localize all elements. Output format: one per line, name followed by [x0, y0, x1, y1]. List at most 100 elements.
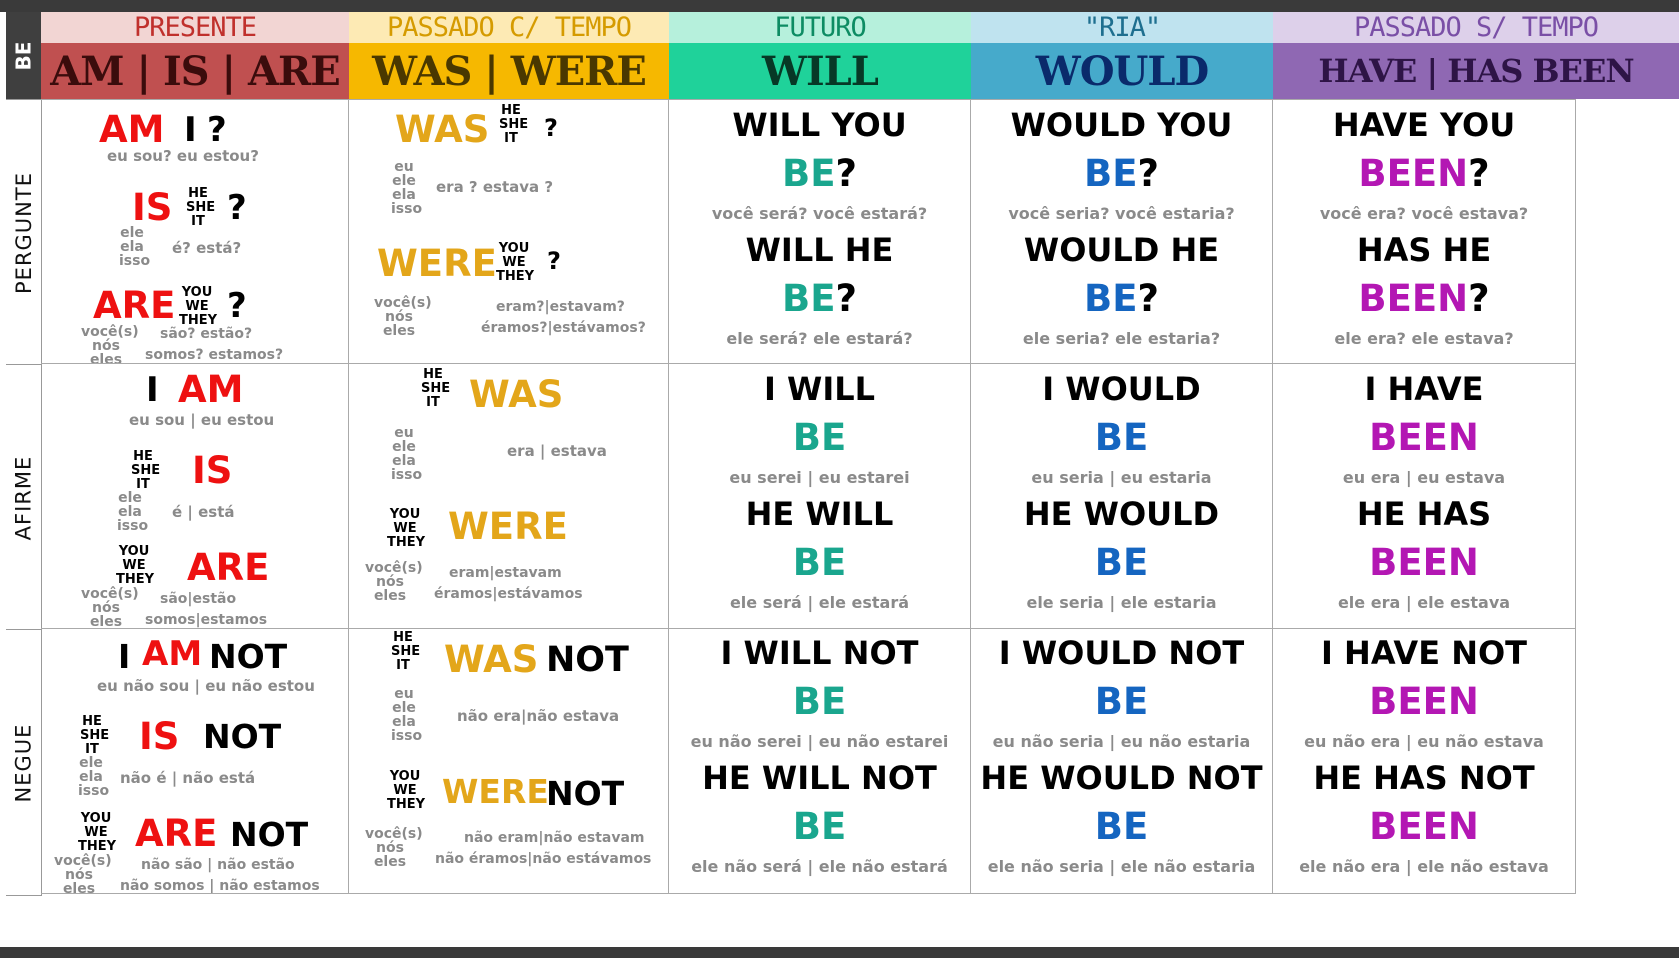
- pronouns-eu-ele-ela-isso: eu ele ela isso: [391, 425, 423, 483]
- verb-be: BE: [792, 416, 847, 459]
- verb-be: BE: [1084, 277, 1138, 320]
- row-label-pergunte: PERGUNTE: [6, 99, 42, 365]
- translation: ele seria? ele estaria?: [1022, 329, 1221, 348]
- phrase: I HAVE NOT: [1321, 634, 1527, 672]
- translation: era | estava: [507, 442, 607, 460]
- be-verb-table: BE PRESENTE AM | IS | ARE PASSADO C/ TEM…: [6, 12, 1679, 947]
- pronouns-he-she-it: HE SHE IT: [499, 103, 529, 146]
- verb-be: BE: [1094, 416, 1149, 459]
- cell-presente-pergunte: AM I ? eu sou? eu estou? IS HE SHE IT ? …: [41, 99, 349, 364]
- pronouns-eu-ele-ela-isso: eu ele ela isso: [391, 686, 423, 744]
- cell-passado-afirme: HE SHE IT WAS eu ele ela isso era | esta…: [349, 364, 669, 629]
- verb-were: WERE: [377, 242, 497, 285]
- pronouns-ele-ela-isso: ele ela isso: [119, 225, 151, 269]
- translation: eram|estavam: [449, 565, 562, 581]
- row-label-text: NEGUE: [11, 723, 36, 802]
- verb-be: BE: [1094, 680, 1149, 723]
- translation: não é | não está: [120, 769, 256, 787]
- translation: éramos?|estávamos?: [481, 320, 646, 336]
- row-label-negue: NEGUE: [6, 629, 42, 896]
- row-label-text: PERGUNTE: [11, 171, 36, 294]
- pronouns-he-she-it: HE SHE IT: [391, 630, 421, 673]
- verb-was: WAS: [469, 373, 564, 416]
- bottom-bar: [0, 947, 1679, 958]
- header-perfect: PASSADO S/ TEMPO HAVE | HAS BEEN: [1273, 12, 1679, 99]
- translation: ele não era | ele não estava: [1299, 857, 1549, 876]
- translation: não são | não estão: [141, 857, 295, 873]
- verb-been: BEEN: [1358, 152, 1469, 195]
- verb-am: AM: [178, 368, 244, 411]
- cell-perfect-pergunte: HAVE YOU BEEN? você era? você estava? HA…: [1273, 99, 1576, 364]
- translation: não éramos|não estávamos: [435, 851, 652, 867]
- header-main: HAVE | HAS BEEN: [1273, 43, 1679, 99]
- pronouns-voces-nos-eles: você(s) nós eles: [54, 853, 112, 894]
- question-mark: ?: [835, 152, 857, 195]
- phrase: I HAVE: [1364, 370, 1484, 408]
- verb-was: WAS: [444, 638, 539, 681]
- translation: é? está?: [172, 239, 242, 257]
- phrase: HAVE YOU: [1332, 106, 1516, 144]
- translation: somos|estamos: [145, 612, 268, 628]
- translation: era ? estava ?: [436, 178, 554, 196]
- cell-futuro-negue: I WILL NOT BE eu não serei | eu não esta…: [669, 629, 971, 894]
- translation: ele será | ele estará: [729, 593, 910, 612]
- question-mark: ?: [227, 286, 247, 326]
- header-ria: "RIA" WOULD: [971, 12, 1273, 99]
- verb-are: ARE: [93, 284, 176, 327]
- right-margin: [1576, 99, 1679, 894]
- not-word: NOT: [203, 717, 282, 756]
- verb-is: IS: [132, 186, 173, 229]
- verb-be: BE: [1084, 152, 1138, 195]
- phrase: I WILL: [763, 370, 876, 408]
- row-label-afirme: AFIRME: [6, 364, 42, 630]
- verb-be: BE: [792, 805, 847, 848]
- pronouns-voces-nos-eles: você(s) nós eles: [365, 826, 423, 870]
- cell-futuro-afirme: I WILL BE eu serei | eu estarei HE WILL …: [669, 364, 971, 629]
- cell-ria-negue: I WOULD NOT BE eu não seria | eu não est…: [971, 629, 1273, 894]
- verb-be: BE: [782, 152, 836, 195]
- question-mark: ?: [544, 114, 558, 142]
- translation: ele era | ele estava: [1337, 593, 1511, 612]
- verb-been: BEEN: [1369, 541, 1479, 584]
- phrase: WOULD HE: [1023, 231, 1220, 269]
- pronouns-he-she-it: HE SHE IT: [186, 186, 216, 229]
- phrase: HE HAS: [1356, 495, 1492, 533]
- pronoun-i: I: [118, 637, 131, 676]
- phrase: HE WOULD NOT: [980, 759, 1263, 797]
- question-mark: ?: [547, 247, 561, 275]
- header-futuro: FUTURO WILL: [669, 12, 971, 99]
- not-word: NOT: [230, 815, 309, 854]
- phrase: WILL YOU: [732, 106, 907, 144]
- verb-is: IS: [139, 715, 180, 758]
- translation: eu não era | eu não estava: [1304, 732, 1544, 751]
- translation: eu serei | eu estarei: [729, 468, 910, 487]
- pronouns-he-she-it: HE SHE IT: [131, 449, 161, 492]
- cell-passado-pergunte: WAS HE SHE IT ? eu ele ela isso era ? es…: [349, 99, 669, 364]
- translation: eu não serei | eu não estarei: [690, 732, 949, 751]
- header-sub: "RIA": [971, 12, 1273, 43]
- translation: eram?|estavam?: [496, 299, 625, 315]
- question-mark: ?: [835, 277, 857, 320]
- translation: ele não seria | ele não estaria: [987, 857, 1256, 876]
- pronouns-voces-nos-eles: você(s) nós eles: [81, 586, 139, 629]
- cell-futuro-pergunte: WILL YOU BE? você será? você estará? WIL…: [669, 99, 971, 364]
- pronouns-you-we-they: YOU WE THEY: [387, 507, 426, 550]
- header-presente: PRESENTE AM | IS | ARE: [41, 12, 349, 99]
- verb-were: WERE: [442, 772, 549, 811]
- translation: éramos|estávamos: [434, 586, 583, 602]
- cell-passado-negue: HE SHE IT WAS NOT eu ele ela isso não er…: [349, 629, 669, 894]
- cell-presente-negue: I AM NOT eu não sou | eu não estou HE SH…: [41, 629, 349, 894]
- cell-presente-afirme: I AM eu sou | eu estou HE SHE IT IS ele …: [41, 364, 349, 629]
- verb-be: BE: [792, 680, 847, 723]
- phrase: WOULD YOU: [1010, 106, 1233, 144]
- translation: você será? você estará?: [711, 204, 928, 223]
- translation: ele seria | ele estaria: [1026, 593, 1217, 612]
- pronouns-voces-nos-eles: você(s) nós eles: [374, 295, 432, 339]
- header-main: AM | IS | ARE: [41, 43, 349, 99]
- verb-is: IS: [192, 449, 233, 492]
- phrase: WILL HE: [745, 231, 894, 269]
- phrase: HE WILL NOT: [702, 759, 937, 797]
- not-word: NOT: [209, 637, 288, 676]
- pronouns-he-she-it: HE SHE IT: [80, 714, 110, 757]
- header-sub: PASSADO C/ TEMPO: [349, 12, 669, 43]
